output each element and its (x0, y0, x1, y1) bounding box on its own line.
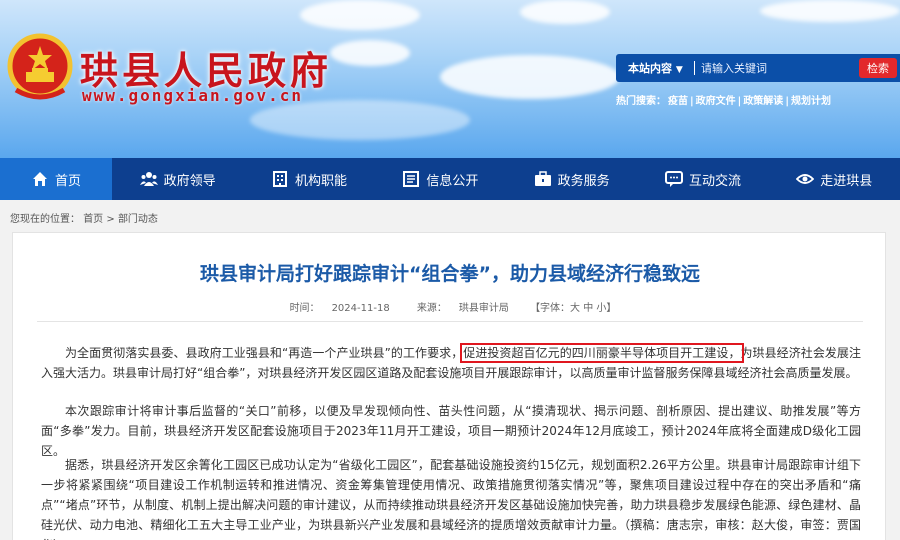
cloud-decoration (330, 40, 410, 66)
article-title: 珙县审计局打好跟踪审计“组合拳”，助力县域经济行稳致远 (200, 263, 700, 285)
nav-label: 信息公开 (426, 173, 479, 189)
site-header: 珙县人民政府 www.gongxian.gov.cn 本站内容 ▼ 检索 热门搜… (0, 0, 900, 158)
people-icon (139, 170, 158, 188)
nav-label: 走进珙县 (820, 173, 873, 189)
publish-date: 2024-11-18 (331, 303, 390, 314)
title-divider (37, 321, 863, 322)
breadcrumb-home-link[interactable]: 首页 (83, 214, 103, 225)
cloud-decoration (520, 0, 610, 24)
chat-icon (664, 170, 683, 188)
nav-item-leaders[interactable]: 政府领导 (112, 158, 243, 200)
search-divider (694, 61, 695, 75)
nav-label: 互动交流 (688, 173, 741, 189)
font-size-switcher[interactable]: 【字体：大 中 小】 (530, 303, 616, 314)
cloud-decoration (440, 55, 620, 99)
search-scope-select[interactable]: 本站内容 ▼ (616, 60, 688, 76)
nav-item-interaction[interactable]: 互动交流 (637, 158, 768, 200)
hot-search-link[interactable]: 规划计划 (791, 96, 831, 107)
breadcrumb-current-link[interactable]: 部门动态 (118, 214, 158, 225)
hot-search-link[interactable]: 政府文件 (696, 96, 736, 107)
source-label: 来源： (416, 303, 447, 314)
nav-item-services[interactable]: 政务服务 (506, 158, 637, 200)
nav-item-institutions[interactable]: 机构职能 (243, 158, 374, 200)
nav-label: 政府领导 (163, 173, 216, 189)
breadcrumb: 您现在的位置： 首页 > 部门动态 (10, 210, 158, 225)
hot-search-label: 热门搜索： (616, 96, 666, 107)
breadcrumb-prefix: 您现在的位置： (10, 214, 80, 225)
article-source: 珙县审计局 (458, 303, 509, 314)
nav-label: 政务服务 (557, 173, 610, 189)
cloud-decoration (760, 0, 900, 22)
chevron-down-icon: ▼ (675, 65, 683, 75)
eye-icon (796, 170, 815, 188)
article-paragraph-1: 为全面贯彻落实县委、县政府工业强县和“再造一个产业珙县”的工作要求，促进投资超百… (41, 343, 861, 383)
nav-item-info-disclosure[interactable]: 信息公开 (375, 158, 506, 200)
time-label: 时间： (289, 303, 320, 314)
search-bar: 本站内容 ▼ 检索 (616, 54, 900, 82)
breadcrumb-separator: > (106, 214, 118, 225)
search-input[interactable] (701, 58, 831, 78)
nav-label: 首页 (54, 173, 81, 189)
cloud-decoration (250, 100, 470, 140)
nav-label: 机构职能 (294, 173, 347, 189)
search-scope-label: 本站内容 (628, 62, 672, 75)
hot-search-link[interactable]: 疫苗 (668, 96, 688, 107)
site-url: www.gongxian.gov.cn (82, 86, 304, 105)
article-container: 珙县审计局打好跟踪审计“组合拳”，助力县域经济行稳致远 时间： 2024-11-1… (12, 232, 886, 540)
briefcase-icon (534, 170, 552, 188)
article-paragraph-3: 据悉，珙县经济开发区余箐化工园区已成功认定为“省级化工园区”，配套基础设施投资约… (41, 458, 861, 540)
nav-item-about-gongxian[interactable]: 走进珙县 (769, 158, 900, 200)
main-nav: 首页 政府领导 机构职能 信息公开 政务服务 互动交流 走进珙县 (0, 158, 900, 200)
document-icon (402, 170, 420, 188)
cloud-decoration (300, 0, 420, 30)
hot-search: 热门搜索： 疫苗 | 政府文件 | 政策解读 | 规划计划 (616, 96, 831, 107)
article-meta: 时间： 2024-11-18 来源： 珙县审计局 【字体：大 中 小】 (13, 299, 887, 314)
search-button[interactable]: 检索 (859, 58, 897, 78)
hot-search-link[interactable]: 政策解读 (743, 96, 783, 107)
paragraph-text: 为全面贯彻落实县委、县政府工业强县和“再造一个产业珙县”的工作要求， (65, 346, 464, 360)
building-icon (271, 170, 289, 188)
article-paragraph-2: 本次跟踪审计将审计事后监督的“关口”前移，以便及早发现倾向性、苗头性问题，从“摸… (41, 404, 861, 458)
national-emblem-icon (7, 33, 73, 100)
nav-item-home[interactable]: 首页 (0, 158, 112, 200)
highlighted-text: 促进投资超百亿元的四川丽豪半导体项目开工建设， (460, 343, 744, 363)
home-icon (31, 170, 49, 188)
